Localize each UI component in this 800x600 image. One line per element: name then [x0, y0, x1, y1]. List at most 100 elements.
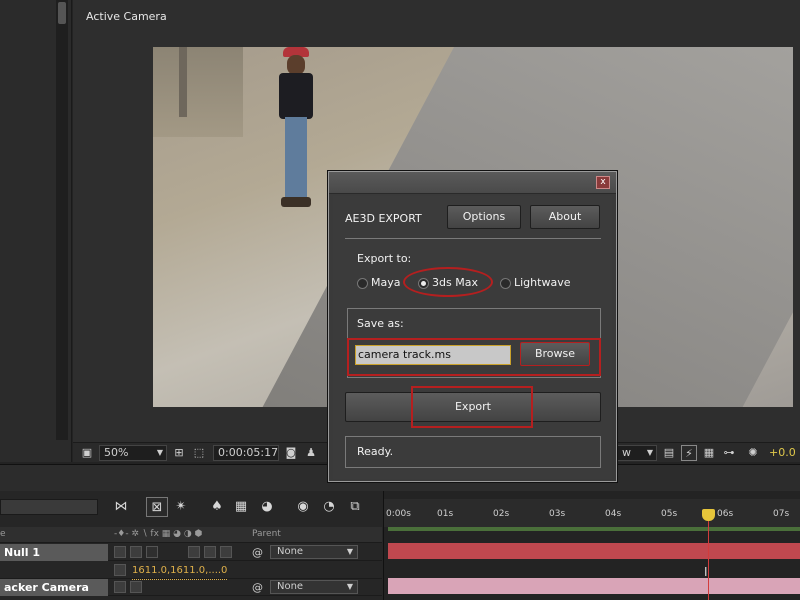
motion-blur-switch[interactable] [204, 546, 216, 558]
scroll-thumb[interactable] [58, 2, 66, 24]
switches-icons: -♦- ✲ ∖ fx ▦ ◕ ◑ ⬢ [114, 529, 203, 539]
stopwatch-icon[interactable]: ◔ [318, 497, 340, 517]
ruler-tick: 04s [605, 509, 622, 519]
timeline-panel: ⋈ ⊠ ✴ ♠ ▦ ◕ ◉ ◔ ⧉ e -♦- ✲ ∖ fx ▦ ◕ ◑ ⬢ P… [0, 464, 800, 600]
chevron-down-icon: ▼ [346, 582, 353, 591]
parent-select[interactable]: None ▼ [270, 545, 358, 559]
parent-select[interactable]: None ▼ [270, 580, 358, 594]
ruler-tick: 03s [549, 509, 566, 519]
layer-row[interactable]: Null 1 @ None ▼ [0, 544, 382, 561]
highlight-ellipse [403, 267, 493, 297]
link-icon[interactable] [114, 564, 126, 576]
property-value[interactable]: 1611.0,1611.0,....0 [132, 562, 228, 580]
ruler-tick: 06s [717, 509, 734, 519]
ruler-tick: 01s [437, 509, 454, 519]
options-button[interactable]: Options [447, 205, 521, 229]
collapse-switch[interactable] [130, 581, 142, 593]
playhead-line[interactable] [708, 513, 709, 600]
dialog-app-title: AE3D EXPORT [345, 212, 422, 225]
radio-lightwave[interactable] [500, 278, 511, 289]
dialog-body: AE3D EXPORT Options About Export to: May… [333, 196, 612, 479]
frame-blending-icon[interactable]: ▦ [230, 497, 252, 517]
view-select[interactable]: w ▼ [617, 445, 657, 461]
zoom-select[interactable]: 50% ▼ [99, 445, 167, 461]
chevron-down-icon: ▼ [346, 547, 353, 556]
layer-row[interactable]: acker Camera @ None ▼ [0, 579, 382, 596]
toggle-pixel-icon[interactable]: ▤ [661, 445, 677, 461]
fast-previews-icon[interactable]: ⚡ [681, 445, 697, 461]
radio-lightwave-label[interactable]: Lightwave [514, 276, 570, 289]
quality-switch[interactable] [146, 546, 158, 558]
project-panel [0, 0, 72, 462]
ruler-tick: 07s [773, 509, 790, 519]
transparency-grid-icon[interactable]: ▦ [701, 445, 717, 461]
time-ruler[interactable]: 0:00s 01s 02s 03s 04s 05s 06s 07s [384, 499, 800, 527]
person-head [287, 55, 305, 75]
layer-name[interactable]: Null 1 [0, 544, 108, 561]
timeline-tracks[interactable]: 0:00s 01s 02s 03s 04s 05s 06s 07s I [383, 491, 800, 600]
composition-mini-flowchart-icon[interactable]: ⋈ [110, 497, 132, 517]
chevron-down-icon: ▼ [156, 448, 163, 457]
person-feet [281, 197, 311, 207]
footage-wall [153, 47, 243, 137]
work-area-bar[interactable] [388, 527, 800, 531]
about-button[interactable]: About [530, 205, 600, 229]
chevron-down-icon: ▼ [646, 448, 653, 457]
highlight-rect [411, 386, 533, 428]
footage-pole [179, 47, 187, 117]
filename-field[interactable]: camera track.ms [355, 345, 511, 365]
collapse-switch[interactable] [130, 546, 142, 558]
ruler-tick: 02s [493, 509, 510, 519]
ruler-tick: 0:00s [386, 509, 411, 519]
ruler-tick: 05s [661, 509, 678, 519]
parent-link-icon[interactable]: @ [252, 546, 263, 559]
browse-button[interactable]: Browse [520, 342, 590, 366]
shy-switch[interactable] [114, 546, 126, 558]
layer-column-header: e -♦- ✲ ∖ fx ▦ ◕ ◑ ⬢ Parent [0, 527, 382, 543]
effects-switch[interactable] [188, 546, 200, 558]
person-shirt [279, 73, 313, 119]
ae3d-export-dialog: x AE3D EXPORT Options About Export to: M… [328, 171, 617, 482]
snapshot-icon[interactable]: ◙ [283, 445, 299, 461]
parent-link-icon[interactable]: @ [252, 581, 263, 594]
person-jeans [285, 117, 307, 197]
camera-layer-bar[interactable] [388, 578, 800, 594]
3d-layer-switch[interactable] [220, 546, 232, 558]
playhead-handle[interactable] [702, 509, 715, 521]
viewer-title: Active Camera [86, 10, 167, 23]
layer-name[interactable]: acker Camera [0, 579, 108, 596]
flowchart-icon[interactable]: ⊶ [721, 445, 737, 461]
motion-blur-icon[interactable]: ◕ [256, 497, 278, 517]
property-row[interactable]: 1611.0,1611.0,....0 [0, 562, 382, 580]
grid-icon[interactable]: ⊞ [171, 445, 187, 461]
save-as-label: Save as: [357, 317, 404, 330]
view-select-label: w [622, 446, 631, 459]
export-to-label: Export to: [357, 252, 412, 265]
parent-value: None [277, 581, 304, 592]
dialog-titlebar[interactable]: x [329, 172, 616, 194]
region-icon[interactable]: ⬚ [191, 445, 207, 461]
search-input[interactable] [0, 499, 98, 515]
timecode-display[interactable]: 0:00:05:17 [213, 445, 279, 461]
project-scrollbar[interactable] [56, 0, 68, 440]
hide-shy-layers-icon[interactable]: ♠ [206, 497, 228, 517]
reset-exposure-icon[interactable]: ✺ [745, 445, 761, 461]
footage-person [271, 47, 321, 217]
header-name-fragment: e [0, 529, 6, 539]
text-cursor-icon: I [704, 565, 708, 579]
header-divider [345, 238, 601, 239]
brainstorm-icon[interactable]: ◉ [292, 497, 314, 517]
exposure-value[interactable]: +0.0 [769, 445, 796, 461]
graph-editor-icon[interactable]: ⧉ [344, 497, 366, 517]
live-update-icon[interactable]: ⊠ [146, 497, 168, 517]
draft-3d-icon[interactable]: ✴ [170, 497, 192, 517]
shy-switch[interactable] [114, 581, 126, 593]
null-layer-bar[interactable] [388, 543, 800, 559]
radio-maya-label[interactable]: Maya [371, 276, 400, 289]
show-snapshot-icon[interactable]: ♟ [303, 445, 319, 461]
parent-header: Parent [252, 529, 281, 539]
close-icon[interactable]: x [596, 176, 610, 189]
radio-maya[interactable] [357, 278, 368, 289]
status-text: Ready. [357, 445, 394, 458]
always-preview-icon[interactable]: ▣ [79, 445, 95, 461]
